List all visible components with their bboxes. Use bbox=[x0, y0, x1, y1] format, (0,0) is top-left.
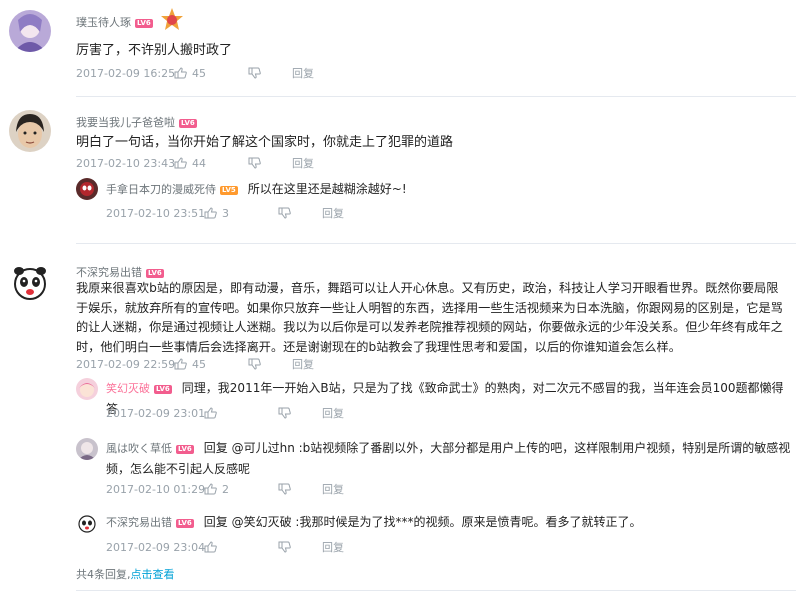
comment-time: 2017-02-09 22:59 bbox=[76, 357, 176, 371]
dislike-button[interactable] bbox=[278, 207, 322, 219]
level-badge: LV5 bbox=[220, 185, 238, 195]
reply-text: 回复 @笑幻灭破 :我那时候是为了找***的视频。原来是愤青呢。看多了就转正了。 bbox=[203, 515, 642, 529]
reply-text: 所以在这里还是越糊涂越好~! bbox=[247, 182, 407, 196]
comment-text: 我原来很喜欢b站的原因是，即有动漫，音乐，舞蹈可以让人开心休息。又有历史，政治，… bbox=[76, 281, 783, 354]
reply-meta: 2017-02-10 23:51 3 回复 bbox=[106, 205, 344, 221]
like-count: 44 bbox=[192, 156, 206, 170]
like-button[interactable]: 2 bbox=[204, 483, 278, 496]
level-badge: LV6 bbox=[176, 518, 194, 528]
reply-meta: 2017-02-09 23:01 回复 bbox=[106, 405, 344, 421]
comment-meta: 2017-02-09 16:25 45 回复 bbox=[76, 65, 314, 81]
reply-button[interactable]: 回复 bbox=[322, 405, 344, 421]
reply-meta: 2017-02-09 23:04 回复 bbox=[106, 539, 344, 555]
like-count: 45 bbox=[192, 66, 206, 80]
level-badge: LV6 bbox=[176, 444, 194, 454]
level-badge: LV6 bbox=[146, 268, 164, 278]
level-badge: LV6 bbox=[154, 384, 172, 394]
thumbs-up-icon bbox=[174, 157, 187, 169]
thumbs-down-icon bbox=[278, 407, 291, 419]
reply-count-footer: 共4条回复,点击查看 bbox=[76, 566, 175, 582]
like-count: 3 bbox=[222, 206, 229, 220]
thumbs-up-icon bbox=[204, 207, 217, 219]
reply-avatar[interactable] bbox=[76, 178, 98, 200]
reply-time: 2017-02-09 23:04 bbox=[106, 540, 206, 554]
reply-line: 手拿日本刀的漫威死侍 LV5 所以在这里还是越糊涂越好~! bbox=[106, 179, 786, 200]
comment-meta: 2017-02-10 23:43 44 回复 bbox=[76, 155, 314, 171]
thumbs-down-icon bbox=[248, 157, 261, 169]
reply-button[interactable]: 回复 bbox=[322, 481, 344, 497]
like-button[interactable]: 45 bbox=[174, 358, 248, 371]
view-more-link[interactable]: 点击查看 bbox=[131, 568, 175, 581]
dislike-button[interactable] bbox=[278, 483, 322, 495]
like-button[interactable]: 3 bbox=[204, 207, 278, 220]
comment-time: 2017-02-09 16:25 bbox=[76, 66, 176, 80]
dislike-button[interactable] bbox=[248, 358, 292, 370]
reply-button[interactable]: 回复 bbox=[322, 205, 344, 221]
reply-username[interactable]: 笑幻灭破 LV6 bbox=[106, 382, 172, 395]
reply-line: 不深究易出错 LV6 回复 @笑幻灭破 :我那时候是为了找***的视频。原来是愤青呢… bbox=[106, 512, 792, 533]
like-count: 2 bbox=[222, 482, 229, 496]
reply-username[interactable]: 不深究易出错 LV6 bbox=[106, 516, 194, 529]
dislike-button[interactable] bbox=[278, 541, 322, 553]
username[interactable]: 我要当我儿子爸爸啦 LV6 bbox=[76, 114, 197, 130]
reply-meta: 2017-02-10 01:29 2 回复 bbox=[106, 481, 344, 497]
like-count: 45 bbox=[192, 357, 206, 371]
reply-username[interactable]: 手拿日本刀的漫威死侍 LV5 bbox=[106, 183, 238, 196]
reply-avatar[interactable] bbox=[76, 512, 98, 534]
like-button[interactable]: 44 bbox=[174, 157, 248, 170]
reply-count-text: 共4条回复, bbox=[76, 568, 131, 581]
thumbs-down-icon bbox=[278, 483, 291, 495]
reply-time: 2017-02-09 23:01 bbox=[106, 406, 206, 420]
reply-avatar[interactable] bbox=[76, 378, 98, 400]
reply-line: 風は吹く草低 LV6 回复 @可儿过hn :b站视频除了番剧以外，大部分都是用户上传… bbox=[106, 438, 792, 480]
reply-button[interactable]: 回复 bbox=[292, 356, 314, 372]
username[interactable]: 璞玉待人琢 LV6 bbox=[76, 14, 153, 30]
thumbs-down-icon bbox=[248, 358, 261, 370]
avatar[interactable] bbox=[9, 110, 51, 152]
thumbs-up-icon bbox=[174, 67, 187, 79]
thumbs-up-icon bbox=[174, 358, 187, 370]
reply-text: 回复 @可儿过hn :b站视频除了番剧以外，大部分都是用户上传的吧，这样限制用户… bbox=[106, 441, 791, 476]
thumbs-up-icon bbox=[204, 483, 217, 495]
divider bbox=[76, 96, 796, 97]
like-button[interactable] bbox=[204, 541, 278, 553]
dislike-button[interactable] bbox=[278, 407, 322, 419]
reply-time: 2017-02-10 01:29 bbox=[106, 482, 206, 496]
dislike-button[interactable] bbox=[248, 157, 292, 169]
thumbs-up-icon bbox=[204, 541, 217, 553]
reply-username[interactable]: 風は吹く草低 LV6 bbox=[106, 442, 194, 455]
dislike-button[interactable] bbox=[248, 67, 292, 79]
reply-time: 2017-02-10 23:51 bbox=[106, 206, 206, 220]
reply-avatar[interactable] bbox=[76, 438, 98, 460]
thumbs-down-icon bbox=[278, 541, 291, 553]
comment-time: 2017-02-10 23:43 bbox=[76, 156, 176, 170]
reply-button[interactable]: 回复 bbox=[292, 65, 314, 81]
reply-button[interactable]: 回复 bbox=[322, 539, 344, 555]
reply-button[interactable]: 回复 bbox=[292, 155, 314, 171]
medal-icon bbox=[160, 7, 184, 37]
username[interactable]: 不深究易出错 LV6 bbox=[76, 264, 164, 280]
comment-text: 明白了一句话，当你开始了解这个国家时，你就走上了犯罪的道路 bbox=[76, 135, 454, 150]
comment-text: 厉害了，不许别人搬时政了 bbox=[76, 43, 233, 58]
level-badge: LV6 bbox=[179, 118, 197, 128]
like-button[interactable]: 45 bbox=[174, 67, 248, 80]
thumbs-down-icon bbox=[248, 67, 261, 79]
avatar[interactable] bbox=[9, 10, 51, 52]
avatar[interactable] bbox=[9, 262, 51, 304]
divider bbox=[76, 590, 796, 591]
like-button[interactable] bbox=[204, 407, 278, 419]
thumbs-down-icon bbox=[278, 207, 291, 219]
comment-meta: 2017-02-09 22:59 45 回复 bbox=[76, 356, 314, 372]
level-badge: LV6 bbox=[135, 18, 153, 28]
thumbs-up-icon bbox=[204, 407, 217, 419]
divider bbox=[76, 243, 796, 244]
